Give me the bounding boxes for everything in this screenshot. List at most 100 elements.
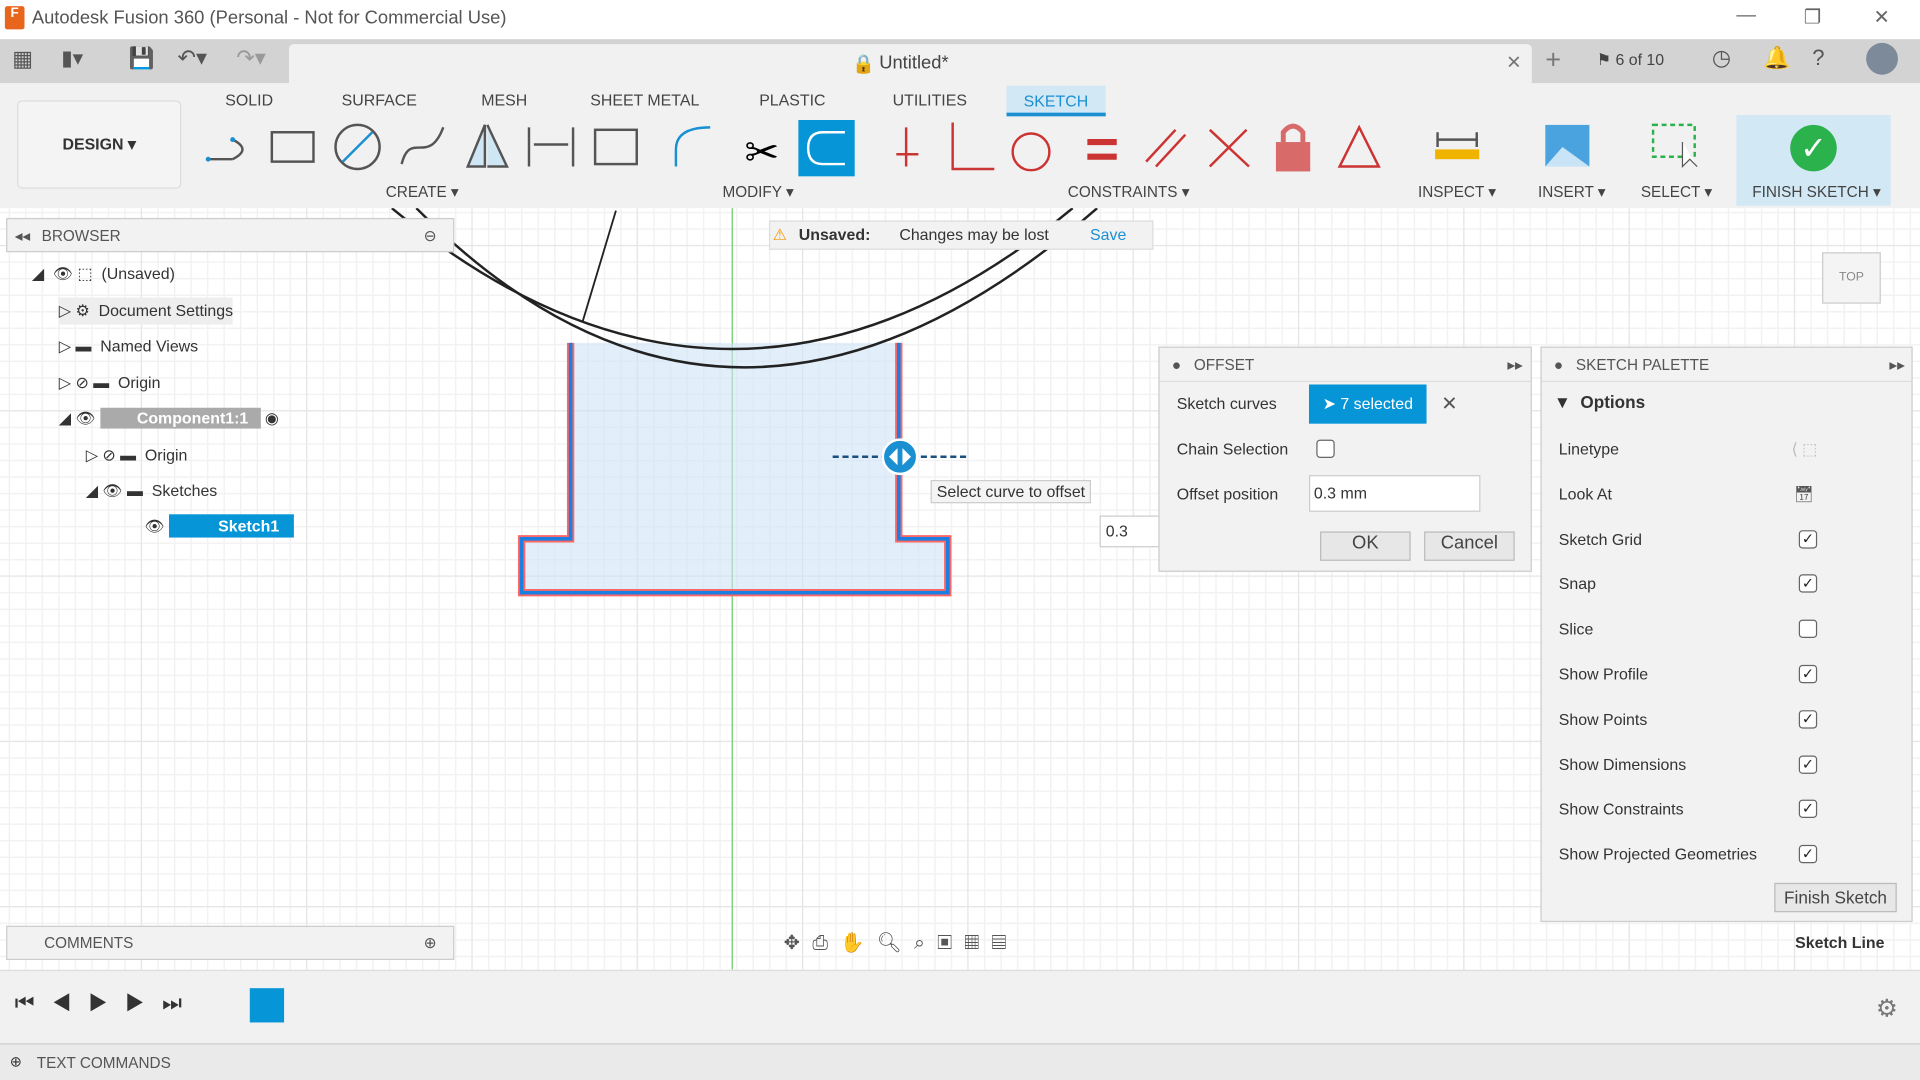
option-checkbox[interactable]: ✓ xyxy=(1798,755,1818,774)
file-menu-icon[interactable]: ▮▾ xyxy=(61,47,83,71)
trim-tool-icon[interactable]: ✂ xyxy=(744,129,779,176)
point-tool-icon[interactable] xyxy=(593,128,638,166)
select-icon[interactable] xyxy=(1651,123,1698,169)
clear-selection-icon[interactable]: ✕ xyxy=(1441,392,1457,416)
perpendicular-constraint-icon[interactable] xyxy=(951,122,995,171)
dimension-tool-icon[interactable] xyxy=(527,127,575,167)
workspace-switcher[interactable]: DESIGN ▾ xyxy=(17,100,182,189)
new-tab-icon[interactable]: + xyxy=(1545,44,1561,76)
tree-item-origin[interactable]: ▷ ⊘ ▬ Origin xyxy=(59,370,161,397)
sketch-curves-selection[interactable]: ➤ 7 selected xyxy=(1308,384,1427,424)
text-commands-bar[interactable]: ⊕ TEXT COMMANDS xyxy=(0,1043,1920,1080)
palette-expand-icon[interactable]: ▸▸ xyxy=(1889,348,1904,382)
tab-sheet-metal[interactable]: SHEET METAL xyxy=(590,91,699,109)
option-checkbox[interactable]: ✓ xyxy=(1798,664,1818,684)
equal-constraint-icon[interactable] xyxy=(1087,138,1117,160)
insert-menu[interactable]: INSERT ▾ xyxy=(1538,182,1606,201)
avatar[interactable] xyxy=(1866,42,1898,75)
spline-tool-icon[interactable] xyxy=(400,126,445,165)
option-checkbox[interactable]: ✓ xyxy=(1798,529,1818,549)
symmetry-constraint-icon[interactable] xyxy=(1337,124,1381,168)
save-icon[interactable]: 💾 xyxy=(129,47,155,71)
tab-surface[interactable]: SURFACE xyxy=(342,91,417,109)
measure-icon[interactable] xyxy=(1435,132,1480,160)
expand-text-commands-icon[interactable]: ⊕ xyxy=(10,1053,22,1070)
tangent-constraint-icon[interactable] xyxy=(1011,132,1051,172)
parallel-constraint-icon[interactable] xyxy=(1145,128,1187,168)
viewcube[interactable]: TOP xyxy=(1822,252,1881,304)
minimize-button[interactable]: — xyxy=(1736,5,1756,27)
fix-constraint-icon[interactable] xyxy=(1275,123,1311,172)
palette-option-show-points: Show Points ✓ xyxy=(1559,706,1865,733)
navigation-bar[interactable]: ✥⎙✋🔍︎⌕▣▦▤ xyxy=(784,931,1019,955)
modify-menu[interactable]: MODIFY ▾ xyxy=(722,182,793,201)
rectangle-tool-icon[interactable] xyxy=(270,131,315,163)
option-checkbox[interactable]: ✓ xyxy=(1798,800,1818,819)
finish-sketch-menu[interactable]: FINISH SKETCH ▾ xyxy=(1752,182,1880,201)
tree-item-sketch1[interactable]: 👁 Sketch1 xyxy=(144,513,294,540)
notification-bell-icon[interactable]: 🔔 xyxy=(1763,45,1790,71)
clock-icon[interactable]: ◷ xyxy=(1712,45,1731,71)
add-comment-icon[interactable]: ⊕ xyxy=(424,927,437,959)
inspect-menu[interactable]: INSPECT ▾ xyxy=(1418,182,1496,201)
option-checkbox[interactable]: ✓ xyxy=(1798,709,1818,729)
browser-minimize-icon[interactable]: ⊖ xyxy=(424,219,437,253)
fusion-logo-icon: F xyxy=(4,6,25,30)
option-label: Show Profile xyxy=(1558,664,1649,684)
coincident-constraint-icon[interactable] xyxy=(896,127,919,167)
ok-button[interactable]: OK xyxy=(1320,531,1411,561)
finish-sketch-palette-button[interactable]: Finish Sketch xyxy=(1774,882,1897,913)
close-button[interactable]: ✕ xyxy=(1873,5,1889,29)
data-panel-icon[interactable]: ▦ xyxy=(12,47,33,73)
chain-selection-checkbox[interactable] xyxy=(1316,439,1335,458)
tab-utilities[interactable]: UTILITIES xyxy=(893,91,967,109)
tab-mesh[interactable]: MESH xyxy=(481,91,527,109)
select-menu[interactable]: SELECT ▾ xyxy=(1641,182,1712,201)
tab-sketch[interactable]: SKETCH xyxy=(1006,85,1106,117)
option-checkbox[interactable]: ✓ xyxy=(1798,574,1818,594)
look-at-icon[interactable]: 📅︎ xyxy=(1794,481,1814,508)
timeline-sketch-feature[interactable] xyxy=(249,988,285,1023)
tree-item-root[interactable]: ◢ 👁 ⬚ (Unsaved) xyxy=(32,261,175,288)
palette-minimize-icon[interactable]: ● xyxy=(1554,348,1563,382)
collinear-constraint-icon[interactable] xyxy=(1208,128,1250,168)
dialog-minimize-icon[interactable]: ● xyxy=(1172,348,1181,382)
mirror-tool-icon[interactable] xyxy=(465,124,509,168)
restore-button[interactable]: ❐ xyxy=(1804,5,1822,29)
line-tool-icon[interactable] xyxy=(205,137,244,162)
tab-plastic[interactable]: PLASTIC xyxy=(759,91,825,109)
insert-image-icon[interactable] xyxy=(1545,124,1590,167)
dimension-leader xyxy=(581,210,617,322)
unsaved-banner: ⚠ Unsaved: Changes may be lost Save xyxy=(768,220,1154,250)
fillet-tool-icon[interactable] xyxy=(674,126,711,167)
document-tab[interactable]: 🔒 Untitled* ✕ xyxy=(288,44,1532,84)
offset-tool-icon[interactable] xyxy=(798,120,855,177)
tab-solid[interactable]: SOLID xyxy=(225,91,273,109)
tree-item-component-origin[interactable]: ▷ ⊘ ▬ Origin xyxy=(86,442,188,469)
timeline-playback-controls[interactable]: ⏮◀▶▶⏭ xyxy=(15,991,199,1017)
tree-item-document-settings[interactable]: ▷ ⚙ Document Settings xyxy=(58,297,234,325)
constraints-menu[interactable]: CONSTRAINTS ▾ xyxy=(1068,182,1190,201)
help-icon[interactable]: ? xyxy=(1812,45,1824,71)
tree-item-component[interactable]: ◢ 👁 Component1:1 ◉ xyxy=(59,405,279,432)
timeline-settings-icon[interactable]: ⚙ xyxy=(1876,993,1898,1024)
save-link[interactable]: Save xyxy=(1090,225,1126,243)
cancel-button[interactable]: Cancel xyxy=(1424,531,1515,561)
undo-icon[interactable]: ↶▾ xyxy=(178,45,208,71)
circle-tool-icon[interactable] xyxy=(334,123,381,171)
option-checkbox[interactable]: ✓ xyxy=(1798,845,1818,864)
job-status[interactable]: ⚑ 6 of 10 xyxy=(1597,50,1664,70)
sketch-curves-label: Sketch curves xyxy=(1176,394,1277,413)
tree-item-named-views[interactable]: ▷ ▬ Named Views xyxy=(59,333,198,360)
offset-position-label: Offset position xyxy=(1176,484,1279,504)
collapse-browser-icon[interactable]: ◂◂ xyxy=(15,219,30,253)
expand-icon[interactable]: ▸▸ xyxy=(1507,348,1522,382)
close-tab-icon[interactable]: ✕ xyxy=(1506,51,1521,74)
create-menu[interactable]: CREATE ▾ xyxy=(386,182,459,201)
option-checkbox[interactable] xyxy=(1798,619,1818,639)
offset-position-input[interactable]: 0.3 mm xyxy=(1308,475,1481,512)
linetype-icons[interactable]: ⟨ ⬚ xyxy=(1791,436,1817,463)
tree-item-sketches[interactable]: ◢ 👁 ▬ Sketches xyxy=(86,478,218,505)
redo-icon[interactable]: ↷▾ xyxy=(236,45,266,71)
options-section[interactable]: ▼ Options xyxy=(1554,392,1645,412)
